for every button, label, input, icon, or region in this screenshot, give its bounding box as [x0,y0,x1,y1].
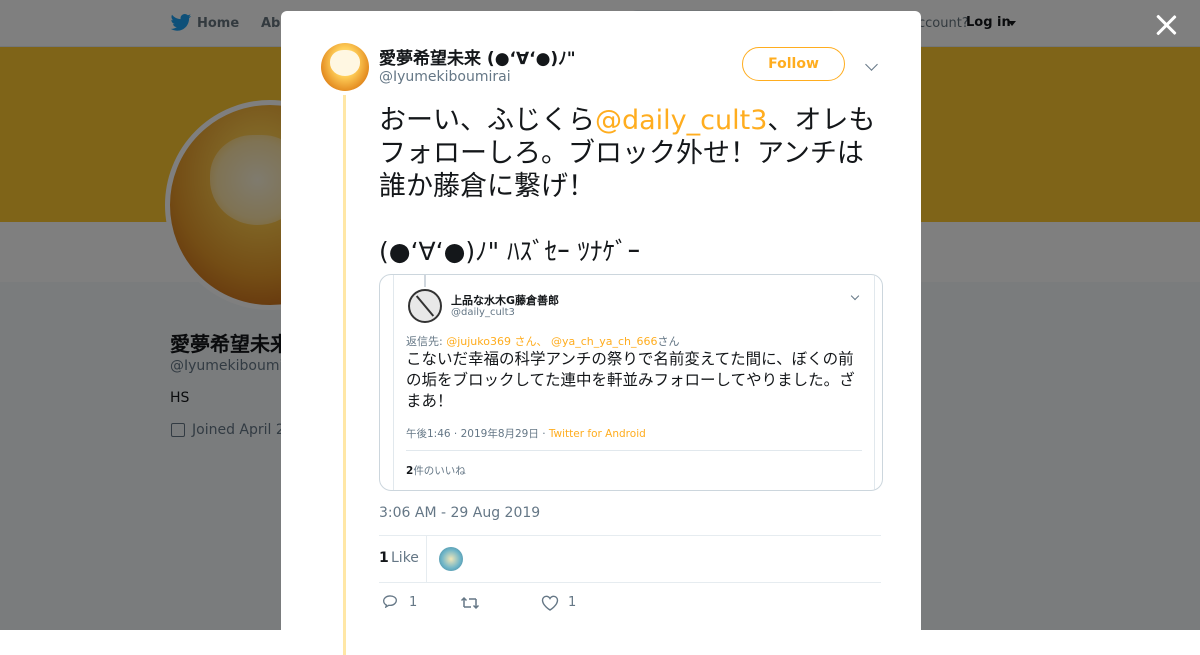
author-name[interactable]: 愛夢希望未来 (●‘∀‘●)ﾉ" [379,44,576,69]
thread-line [343,95,346,655]
heart-icon[interactable] [541,595,559,611]
author-handle[interactable]: @Iyumekiboumirai [379,69,511,85]
divider [406,450,862,451]
tweet-text-before: おーい、ふじくら [379,105,595,136]
tweet-text: おーい、ふじくら@daily_cult3、オレもフォローしろ。ブロック外せ！アン… [379,104,884,203]
follow-button[interactable]: Follow [742,47,845,81]
tweet-kaomoji-line: (●‘∀‘●)ﾉ" ﾊｽﾞｾｰ ﾂﾅｹﾞｰ [379,237,641,266]
close-icon[interactable] [1154,13,1178,37]
tweet-mention-link[interactable]: @daily_cult3 [595,105,767,136]
embedded-tweet: 上品な水木G藤倉善郎 @daily_cult3 返信先: @jujuko369 … [393,275,875,490]
embedded-time: 午後1:46 · 2019年8月29日 · [406,428,549,440]
likes-count[interactable]: 1 [379,550,389,566]
reply-prefix: 返信先: [406,335,443,348]
embedded-source: Twitter for Android [548,428,646,440]
reply-user-1: @jujuko369 さん、 [446,335,548,348]
embedded-likes-text: 件のいいね [413,465,466,477]
embedded-likes: 2件のいいね [406,463,466,478]
reply-user-2: @ya_ch_ya_ch_666 [550,335,658,348]
embedded-author-handle: @daily_cult3 [451,307,515,318]
reply-count: 1 [409,595,418,610]
likes-label[interactable]: Like [391,550,419,566]
avatar-heart-shape [330,50,360,76]
divider [426,536,427,582]
chevron-down-icon [850,291,860,301]
embedded-screenshot[interactable]: 上品な水木G藤倉善郎 @daily_cult3 返信先: @jujuko369 … [379,274,883,491]
liker-avatar[interactable] [439,547,463,571]
embedded-tweet-meta: 午後1:46 · 2019年8月29日 · Twitter for Androi… [406,426,646,441]
retweet-icon[interactable] [460,595,480,611]
divider [379,535,881,536]
chevron-down-icon[interactable] [865,58,878,71]
embedded-avatar [408,289,442,323]
tweet-modal: 愛夢希望未来 (●‘∀‘●)ﾉ" @Iyumekiboumirai Follow… [281,11,921,655]
embedded-tweet-text: こないだ幸福の科学アンチの祭りで名前変えてた間に、ぼくの前の垢をブロックしてた連… [406,350,855,410]
embedded-author-name: 上品な水木G藤倉善郎 [451,294,560,307]
embedded-thread-line [424,275,426,287]
like-count: 1 [568,595,577,610]
author-avatar[interactable] [321,43,369,91]
tweet-timestamp[interactable]: 3:06 AM - 29 Aug 2019 [379,505,540,521]
divider [379,582,881,583]
reply-icon[interactable] [382,595,398,608]
reply-suffix: さん [657,335,680,348]
embedded-reply-to: 返信先: @jujuko369 さん、 @ya_ch_ya_ch_666さん [406,333,680,349]
